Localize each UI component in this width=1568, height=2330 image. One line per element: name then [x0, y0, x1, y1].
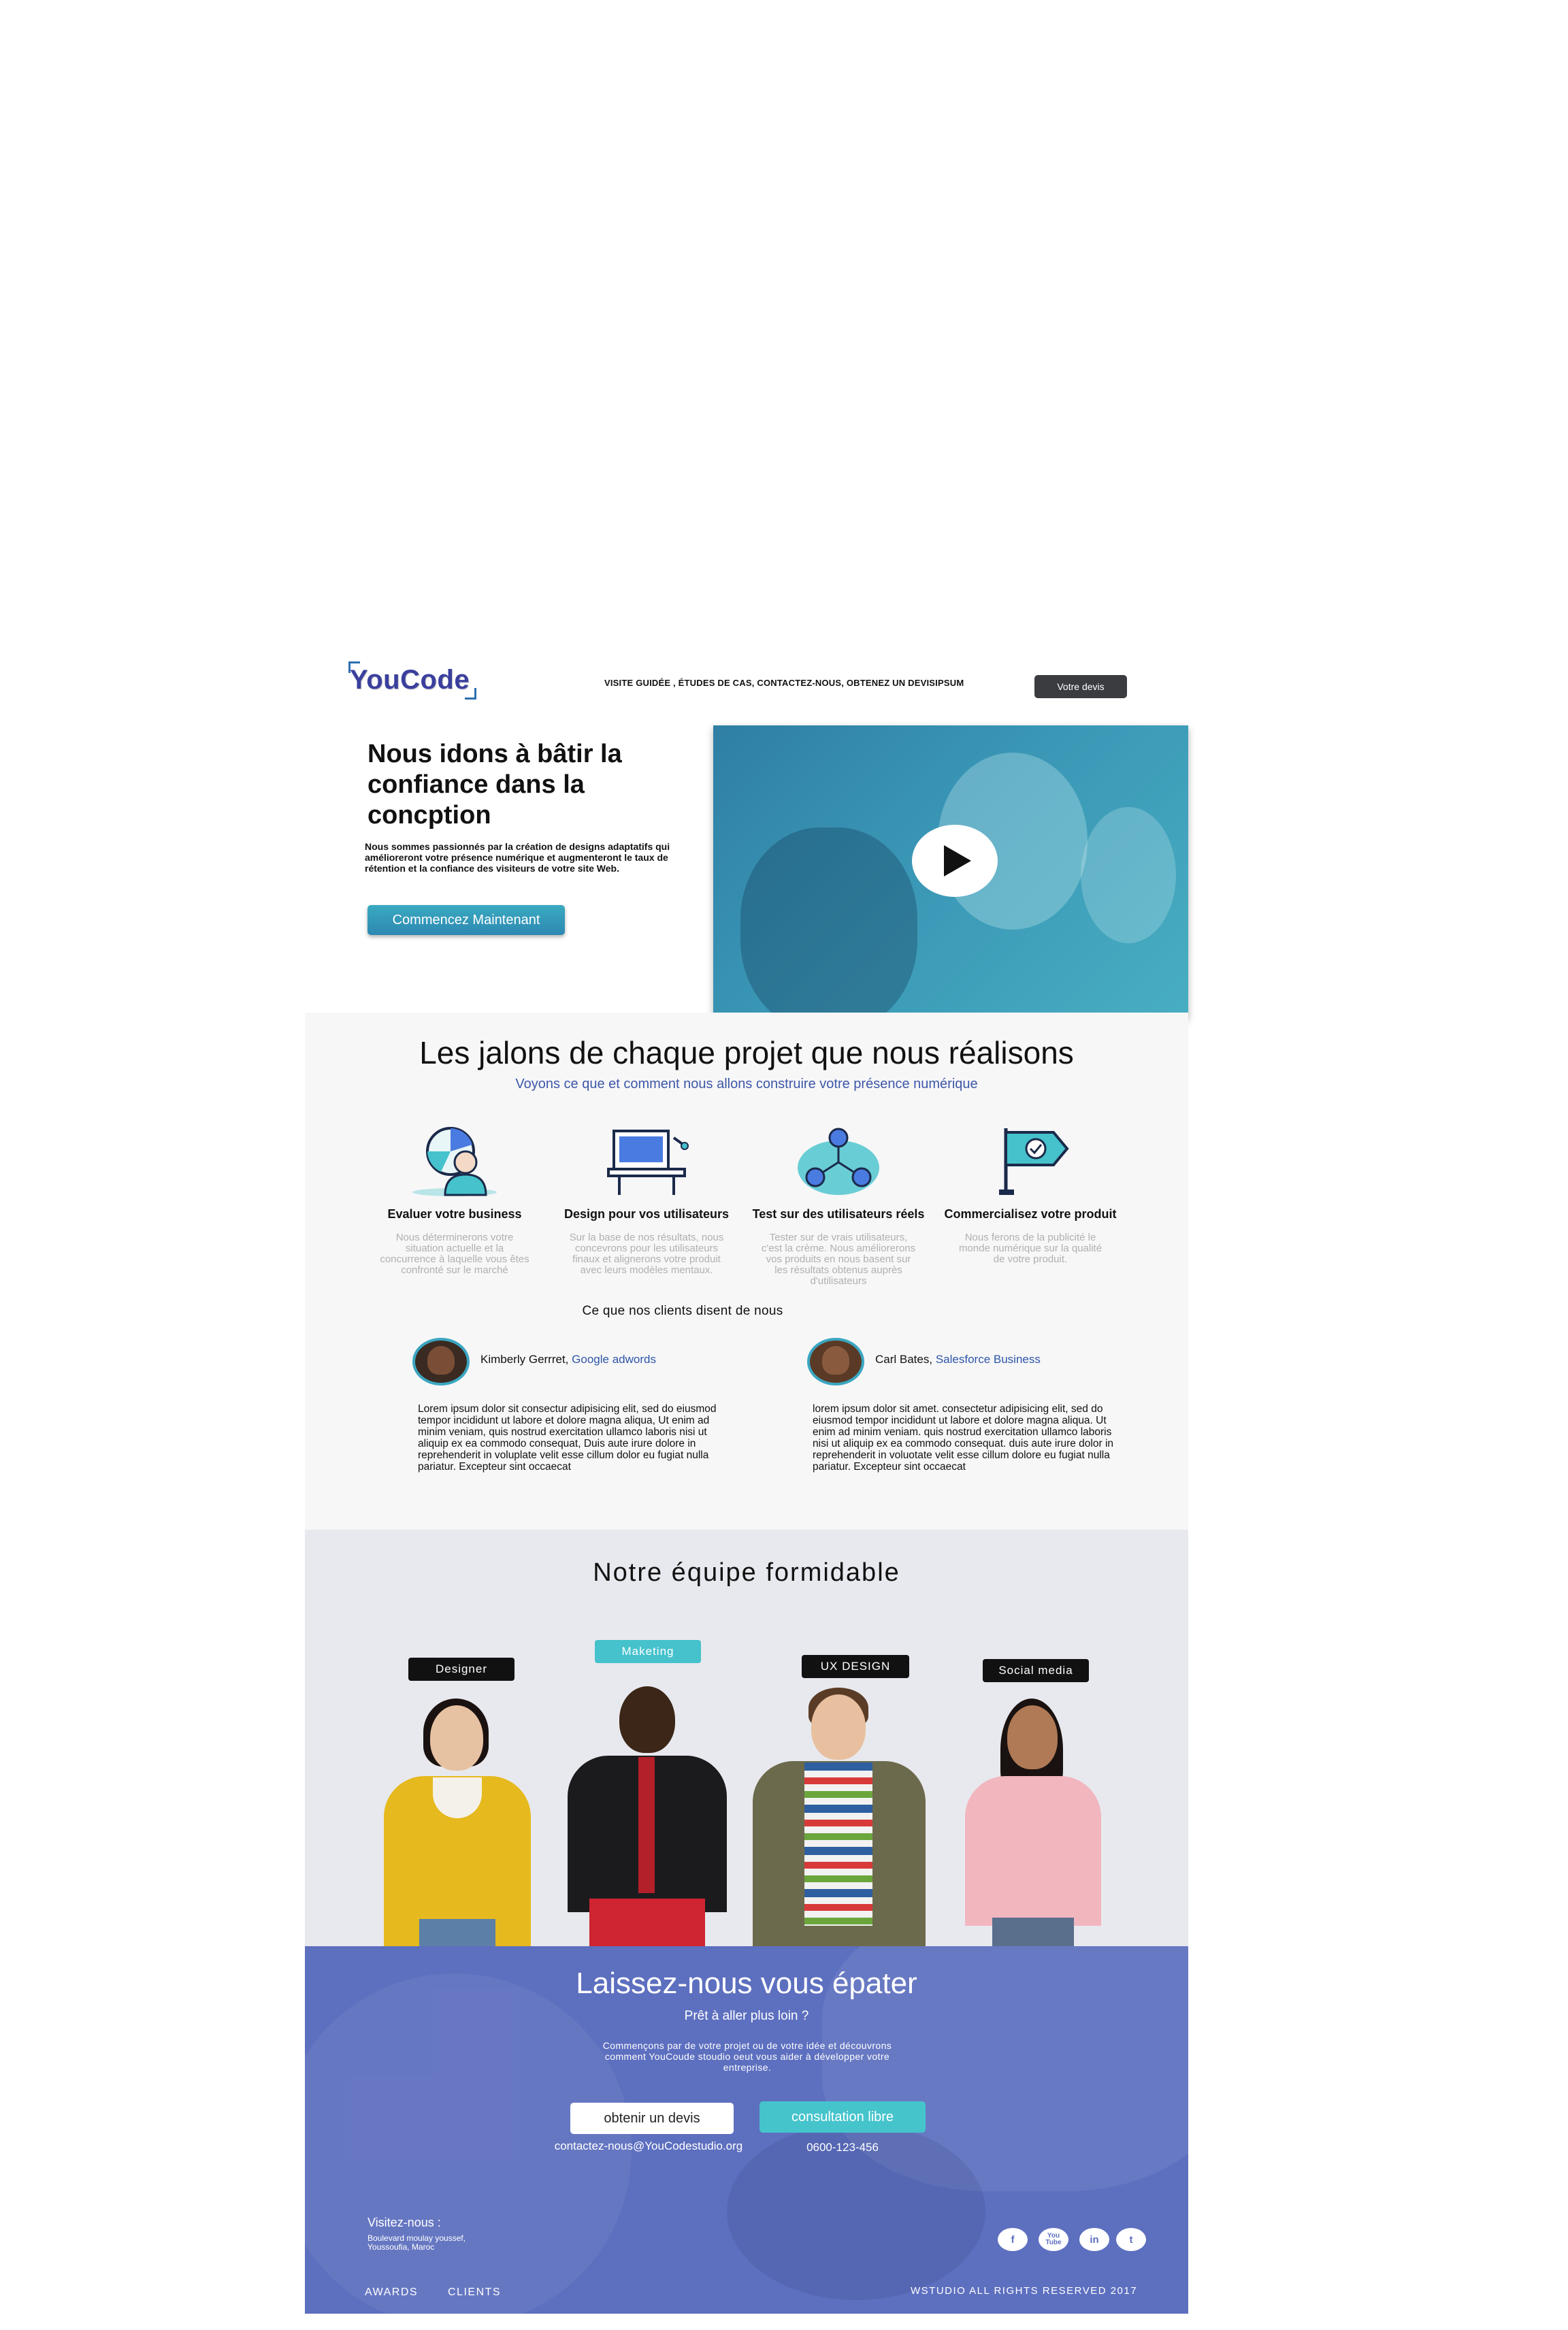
milestone-step: Commercialisez votre produit Nous ferons…	[935, 1124, 1126, 1265]
logo-text: YouCode	[350, 665, 470, 695]
milestones-section: Les jalons de chaque projet que nous réa…	[305, 1013, 1188, 1530]
cta-title: Laissez-nous vous épater	[576, 1967, 917, 2000]
role-badge-marketing: Maketing	[595, 1640, 701, 1663]
footer-links: AWARDS CLIENTS	[365, 2286, 527, 2299]
testimonial-author: Kimberly Gerrret, Google adwords	[480, 1353, 656, 1366]
step-text: Sur la base de nos résultats, nous conce…	[569, 1232, 724, 1276]
milestones-subtitle: Voyons ce que et comment nous allons con…	[515, 1077, 978, 1092]
milestone-step: Test sur des utilisateurs réels Tester s…	[743, 1124, 934, 1287]
hero-text: Nous sommes passionnés par la création d…	[365, 841, 670, 874]
testimonial-author: Carl Bates, Salesforce Business	[875, 1353, 1041, 1366]
linkedin-icon[interactable]: in	[1079, 2228, 1109, 2251]
analysis-icon	[412, 1127, 497, 1196]
quote-button[interactable]: Votre devis	[1034, 675, 1127, 698]
copyright: WSTUDIO ALL RIGHTS RESERVED 2017	[911, 2285, 1138, 2297]
cta-footer-section: Laissez-nous vous épater Prêt à aller pl…	[305, 1946, 1188, 2314]
video-scene-shape	[1081, 807, 1176, 943]
clients-title: Ce que nos clients disent de nous	[582, 1304, 783, 1318]
desktop-design-icon	[607, 1130, 689, 1195]
role-badge-social-media: Social media	[983, 1659, 1089, 1682]
flag-check-icon	[999, 1128, 1069, 1195]
avatar	[412, 1338, 470, 1385]
team-title: Notre équipe formidable	[593, 1558, 900, 1587]
youtube-icon[interactable]: You Tube	[1039, 2228, 1068, 2251]
contact-email-link[interactable]: contactez-nous@YouCodestudio.org	[543, 2139, 754, 2153]
play-icon[interactable]	[912, 825, 998, 897]
step-title: Commercialisez votre produit	[944, 1207, 1117, 1221]
author-company-link[interactable]: Salesforce Business	[936, 1353, 1041, 1366]
cta-text: Commençons par de votre projet ou de vot…	[602, 2040, 892, 2073]
facebook-icon[interactable]: f	[998, 2228, 1028, 2251]
testimonial-text: Lorem ipsum dolor sit consectur adipisic…	[418, 1403, 717, 1473]
youcode-logo[interactable]: YouCode	[348, 661, 477, 700]
logo-corner-mark	[348, 661, 360, 673]
visit-title: Visitez-nous :	[368, 2216, 441, 2229]
step-title: Evaluer votre business	[387, 1207, 522, 1221]
milestone-step: Design pour vos utilisateurs Sur la base…	[551, 1124, 742, 1276]
team-member-marketing	[562, 1681, 732, 1946]
team-member-ux-design	[747, 1688, 931, 1946]
step-title: Design pour vos utilisateurs	[564, 1207, 730, 1221]
hero-title: Nous idons à bâtir la confiance dans la …	[368, 740, 622, 830]
step-text: Tester sur de vrais utilisateurs, c'est …	[761, 1232, 916, 1287]
team-member-social-media	[951, 1699, 1115, 1946]
testimonial-text: lorem ipsum dolor sit amet. consectetur …	[813, 1403, 1114, 1473]
footer-link-clients[interactable]: CLIENTS	[448, 2286, 501, 2298]
avatar	[807, 1338, 864, 1385]
role-badge-designer: Designer	[408, 1658, 514, 1681]
top-nav[interactable]: VISITE GUIDÉE , ÉTUDES DE CAS, CONTACTEZ…	[604, 678, 964, 688]
free-consultation-button[interactable]: consultation libre	[760, 2101, 926, 2133]
role-badge-ux-design: UX DESIGN	[802, 1655, 909, 1678]
user-network-icon	[798, 1128, 879, 1195]
address-line: Youssoufia, Maroc	[368, 2242, 435, 2252]
team-member-designer	[376, 1699, 539, 1946]
milestones-title: Les jalons de chaque projet que nous réa…	[419, 1035, 1074, 1070]
video-scene-shape	[740, 827, 917, 1018]
logo-corner-mark	[465, 688, 477, 700]
cta-question: Prêt à aller plus loin ?	[684, 2009, 809, 2023]
step-text: Nous déterminerons votre situation actue…	[380, 1232, 529, 1276]
hero-video[interactable]	[713, 725, 1188, 1018]
footer-link-awards[interactable]: AWARDS	[365, 2286, 418, 2298]
start-now-button[interactable]: Commencez Maintenant	[368, 905, 565, 935]
step-text: Nous ferons de la publicité le monde num…	[958, 1232, 1102, 1265]
contact-phone: 0600-123-456	[806, 2141, 879, 2154]
visit-us: Visitez-nous : Boulevard moulay youssef,…	[368, 2216, 466, 2252]
get-quote-button[interactable]: obtenir un devis	[570, 2103, 734, 2134]
team-section: Notre équipe formidable Designer Maketin…	[305, 1530, 1188, 1946]
twitter-icon[interactable]: t	[1116, 2228, 1146, 2251]
milestone-step: Evaluer votre business Nous détermineron…	[359, 1124, 550, 1276]
author-company-link[interactable]: Google adwords	[572, 1353, 656, 1366]
landing-page: YouCode VISITE GUIDÉE , ÉTUDES DE CAS, C…	[305, 646, 1188, 2314]
step-title: Test sur des utilisateurs réels	[752, 1207, 925, 1221]
